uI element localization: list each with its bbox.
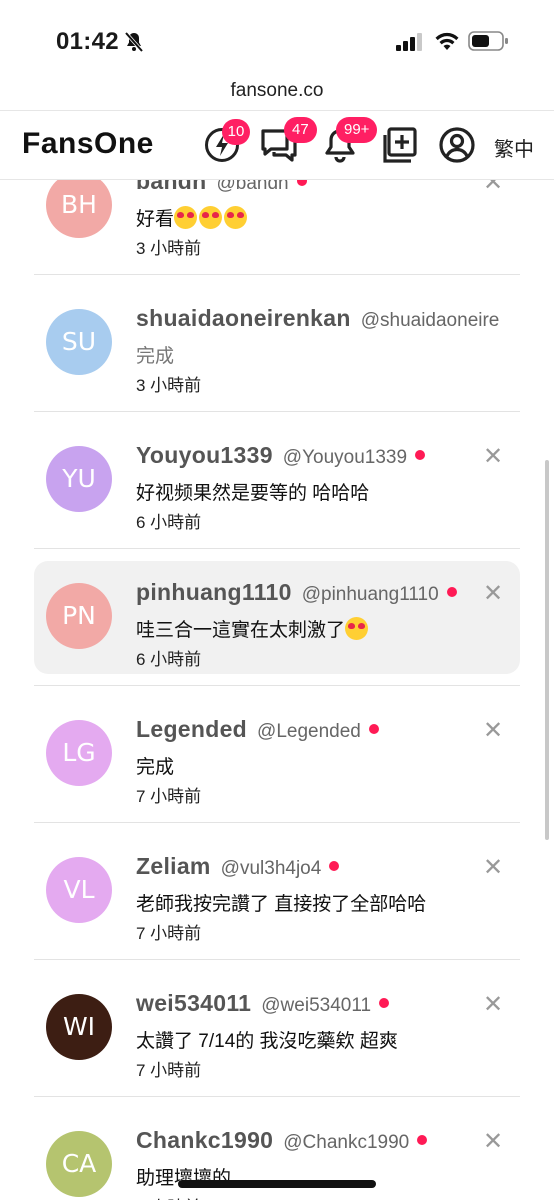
notification-item[interactable]: BH bandh @bandh ✕ 好看 3 小時前	[0, 180, 554, 275]
user-handle[interactable]: @shuaidaoneire	[361, 310, 500, 331]
unread-dot-icon	[415, 450, 426, 460]
message-body: 好视频果然是要等的 哈哈哈	[136, 483, 370, 504]
timestamp: 3 小時前	[136, 376, 202, 395]
name-row: wei534011 @wei534011	[136, 990, 390, 1017]
avatar[interactable]: LG	[46, 720, 112, 786]
messages-badge: 47	[284, 117, 317, 143]
notification-list: BH bandh @bandh ✕ 好看 3 小時前 SU shuaidaoneirenkan…	[0, 180, 554, 1200]
url-bar[interactable]: fansone.co	[0, 80, 554, 110]
message-body: 完成	[136, 757, 175, 778]
avatar[interactable]: VL	[46, 857, 112, 923]
profile-avatar-icon[interactable]	[437, 125, 477, 165]
scrollbar[interactable]	[545, 460, 549, 840]
notification-item[interactable]: LG Legended @Legended ✕ 完成 7 小時前	[0, 686, 554, 823]
username[interactable]: shuaidaoneirenkan	[136, 305, 351, 331]
user-handle[interactable]: @pinhuang1110	[302, 584, 439, 605]
app-header: FansOne 10 47 99+ 繁中	[0, 110, 554, 180]
heart-eyes-emoji-icon	[224, 206, 248, 229]
signal-icon	[396, 33, 422, 51]
status-bar: 01:42	[0, 0, 554, 80]
username[interactable]: Legended	[136, 716, 247, 742]
add-post-icon[interactable]	[380, 125, 420, 165]
timestamp: 7 小時前	[136, 924, 202, 943]
user-handle[interactable]: @Youyou1339	[283, 447, 407, 468]
user-handle[interactable]: @Legended	[257, 721, 361, 742]
notification-item[interactable]: SU shuaidaoneirenkan @shuaidaoneire 完成 3 小時前	[0, 275, 554, 412]
name-row: bandh @bandh	[136, 180, 307, 195]
name-row: Zeliam @vul3h4jo4	[136, 853, 340, 880]
message-text: 太讚了 7/14的 我沒吃藥欸 超爽	[136, 1026, 398, 1053]
username[interactable]: Chankc1990	[136, 1127, 273, 1153]
name-row: Youyou1339 @Youyou1339	[136, 442, 426, 469]
message-text: 老師我按完讚了 直接按了全部哈哈	[136, 889, 426, 916]
timestamp: 7 小時前	[136, 1061, 202, 1080]
name-row: Legended @Legended	[136, 716, 379, 743]
message-body: 完成	[136, 346, 175, 367]
user-handle[interactable]: @wei534011	[261, 995, 371, 1016]
fansone-logo[interactable]: FansOne	[22, 127, 154, 161]
name-row: shuaidaoneirenkan @shuaidaoneire	[136, 305, 499, 332]
username[interactable]: Zeliam	[136, 853, 211, 879]
username[interactable]: bandh	[136, 180, 207, 194]
battery-icon	[468, 31, 508, 51]
timestamp: 3 小時前	[136, 239, 202, 258]
unread-dot-icon	[379, 998, 390, 1008]
wifi-icon	[435, 32, 459, 50]
message-text: 好视频果然是要等的 哈哈哈	[136, 478, 369, 505]
lightning-badge: 10	[222, 119, 250, 145]
avatar[interactable]: CA	[46, 1131, 112, 1197]
name-row: pinhuang1110 @pinhuang1110	[136, 579, 457, 606]
status-time: 01:42	[56, 28, 119, 55]
avatar[interactable]: SU	[46, 309, 112, 375]
unread-dot-icon	[329, 861, 340, 871]
user-handle[interactable]: @bandh	[217, 180, 289, 194]
timestamp: 8 小時前	[136, 1193, 201, 1200]
message-body: 太讚了 7/14的 我沒吃藥欸 超爽	[136, 1031, 398, 1052]
home-indicator	[178, 1180, 376, 1188]
close-icon[interactable]: ✕	[483, 719, 503, 743]
timestamp: 6 小時前	[136, 513, 202, 532]
timestamp: 7 小時前	[136, 787, 202, 806]
avatar[interactable]: WI	[46, 994, 112, 1060]
username[interactable]: Youyou1339	[136, 442, 273, 468]
message-text: 哇三合一這實在太刺激了	[136, 615, 370, 642]
notification-item[interactable]: PN pinhuang1110 @pinhuang1110 ✕ 哇三合一這實在太刺激了 6…	[0, 549, 554, 686]
message-text: 完成	[136, 341, 174, 368]
message-body: 好看	[136, 209, 175, 230]
message-text: 完成	[136, 752, 174, 779]
notification-item[interactable]: WI wei534011 @wei534011 ✕ 太讚了 7/14的 我沒吃藥欸 超爽…	[0, 960, 554, 1097]
message-text: 好看	[136, 204, 249, 231]
unread-dot-icon	[296, 180, 307, 186]
unread-dot-icon	[446, 587, 457, 597]
close-icon[interactable]: ✕	[483, 445, 503, 469]
notifications-badge: 99+	[336, 117, 378, 143]
notification-item[interactable]: VL Zeliam @vul3h4jo4 ✕ 老師我按完讚了 直接按了全部哈哈 7 小時前	[0, 823, 554, 960]
bell-muted-icon	[124, 31, 144, 53]
username[interactable]: wei534011	[136, 990, 251, 1016]
avatar[interactable]: YU	[46, 446, 112, 512]
heart-eyes-emoji-icon	[199, 206, 223, 229]
close-icon[interactable]: ✕	[483, 993, 503, 1017]
unread-dot-icon	[417, 1135, 428, 1145]
user-handle[interactable]: @Chankc1990	[283, 1132, 409, 1153]
close-icon[interactable]: ✕	[483, 582, 503, 606]
message-body: 哇三合一這實在太刺激了	[136, 620, 346, 641]
language-switch[interactable]: 繁中	[494, 133, 534, 162]
unread-dot-icon	[368, 724, 379, 734]
timestamp: 6 小時前	[136, 650, 202, 669]
heart-eyes-emoji-icon	[345, 617, 369, 640]
avatar[interactable]: BH	[46, 180, 112, 238]
notification-item[interactable]: YU Youyou1339 @Youyou1339 ✕ 好视频果然是要等的 哈哈哈 6 小…	[0, 412, 554, 549]
username[interactable]: pinhuang1110	[136, 579, 292, 605]
close-icon[interactable]: ✕	[483, 856, 503, 880]
user-handle[interactable]: @vul3h4jo4	[221, 858, 322, 879]
avatar[interactable]: PN	[46, 583, 112, 649]
message-body: 老師我按完讚了 直接按了全部哈哈	[136, 894, 427, 915]
heart-eyes-emoji-icon	[174, 206, 198, 229]
close-icon[interactable]: ✕	[483, 1130, 503, 1154]
close-icon[interactable]: ✕	[483, 180, 503, 195]
name-row: Chankc1990 @Chankc1990	[136, 1127, 428, 1154]
